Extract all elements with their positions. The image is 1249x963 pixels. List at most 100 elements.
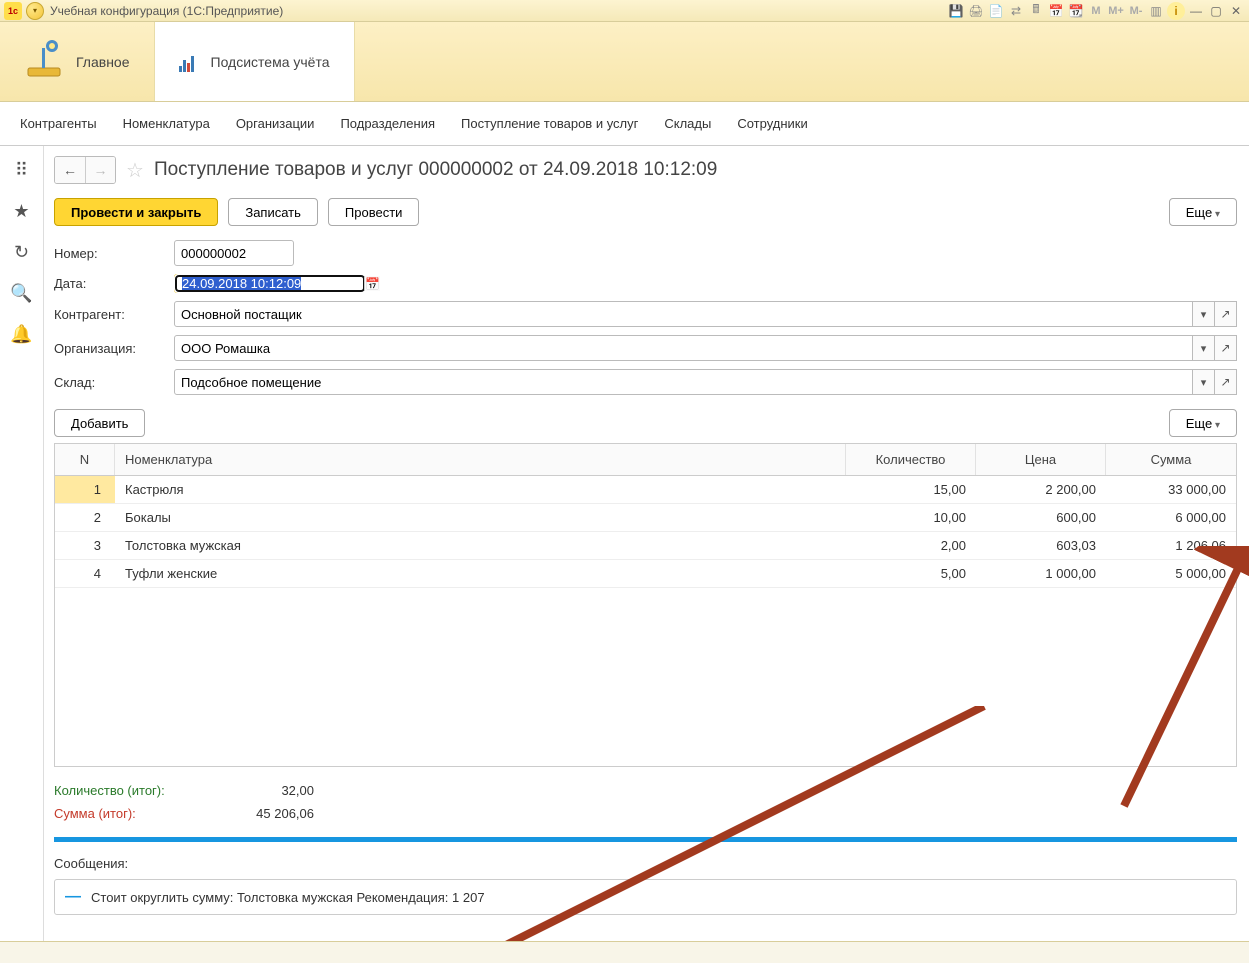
dropdown-icon[interactable]: ▾ xyxy=(1193,301,1215,327)
calendar-picker-icon[interactable]: 📅 xyxy=(364,276,380,291)
section-accounting[interactable]: Подсистема учёта xyxy=(155,22,355,101)
dropdown-icon[interactable]: ▾ xyxy=(1193,335,1215,361)
minimize-icon[interactable]: — xyxy=(1187,2,1205,20)
nav-forward-button[interactable]: → xyxy=(85,157,115,183)
close-icon[interactable]: ✕ xyxy=(1227,2,1245,20)
col-price[interactable]: Цена xyxy=(976,444,1106,475)
m-icon[interactable]: M xyxy=(1087,2,1105,20)
post-button[interactable]: Провести xyxy=(328,198,420,226)
cell-price: 1 000,00 xyxy=(976,560,1106,587)
number-label: Номер: xyxy=(54,246,174,261)
org-input[interactable] xyxy=(174,335,1193,361)
panels-icon[interactable]: ▥ xyxy=(1147,2,1165,20)
statusbar xyxy=(0,941,1249,963)
subnav-item[interactable]: Поступление товаров и услуг xyxy=(461,116,638,131)
message-dash-icon: — xyxy=(65,888,81,906)
cell-item: Толстовка мужская xyxy=(115,532,846,559)
left-rail: ⠿ ★ ↻ 🔍 🔔 xyxy=(0,146,44,941)
cell-qty: 15,00 xyxy=(846,476,976,503)
logo-1c-icon: 1c xyxy=(4,2,22,20)
table-row[interactable]: 1Кастрюля15,002 200,0033 000,00 xyxy=(55,476,1236,504)
open-ref-icon[interactable]: ↗ xyxy=(1215,301,1237,327)
col-sum[interactable]: Сумма xyxy=(1106,444,1236,475)
number-input[interactable] xyxy=(174,240,294,266)
post-and-close-button[interactable]: Провести и закрыть xyxy=(54,198,218,226)
print-icon[interactable]: 🖨 xyxy=(967,2,985,20)
cell-qty: 2,00 xyxy=(846,532,976,559)
cell-sum: 1 206,06 xyxy=(1106,532,1236,559)
cell-sum: 6 000,00 xyxy=(1106,504,1236,531)
warehouse-label: Склад: xyxy=(54,375,174,390)
open-ref-icon[interactable]: ↗ xyxy=(1215,335,1237,361)
message-item[interactable]: — Стоит округлить сумму: Толстовка мужск… xyxy=(54,879,1237,915)
separator-bar xyxy=(54,837,1237,842)
star-icon[interactable]: ★ xyxy=(13,201,29,222)
messages-header: Сообщения: xyxy=(54,852,1237,875)
cell-item: Бокалы xyxy=(115,504,846,531)
warehouse-input[interactable] xyxy=(174,369,1193,395)
search-icon[interactable]: 🔍 xyxy=(10,283,32,304)
cell-item: Туфли женские xyxy=(115,560,846,587)
col-item[interactable]: Номенклатура xyxy=(115,444,846,475)
page-title: Поступление товаров и услуг 000000002 от… xyxy=(154,159,717,181)
table-more-button[interactable]: Еще xyxy=(1169,409,1237,437)
table-row[interactable]: 4Туфли женские5,001 000,005 000,00 xyxy=(55,560,1236,588)
section-tabs: Главное Подсистема учёта xyxy=(0,22,1249,102)
doc-icon[interactable]: 📄 xyxy=(987,2,1005,20)
more-button[interactable]: Еще xyxy=(1169,198,1237,226)
m-minus-icon[interactable]: M- xyxy=(1127,2,1145,20)
cell-n: 4 xyxy=(55,560,115,587)
info-icon[interactable]: i xyxy=(1167,2,1185,20)
m-plus-icon[interactable]: M+ xyxy=(1107,2,1125,20)
history-icon[interactable]: ↻ xyxy=(14,242,29,263)
subnav-item[interactable]: Склады xyxy=(664,116,711,131)
desk-lamp-icon xyxy=(24,38,64,86)
cell-price: 600,00 xyxy=(976,504,1106,531)
bell-icon[interactable]: 🔔 xyxy=(10,324,32,345)
cell-item: Кастрюля xyxy=(115,476,846,503)
save-icon[interactable]: 💾 xyxy=(947,2,965,20)
cell-sum: 5 000,00 xyxy=(1106,560,1236,587)
message-text: Стоит округлить сумму: Толстовка мужская… xyxy=(91,890,485,905)
dropdown-circle-icon[interactable]: ▾ xyxy=(26,2,44,20)
favorite-star-icon[interactable]: ☆ xyxy=(126,158,144,183)
subnav-item[interactable]: Контрагенты xyxy=(20,116,97,131)
cell-n: 3 xyxy=(55,532,115,559)
compare-icon[interactable]: ⇄ xyxy=(1007,2,1025,20)
cell-qty: 10,00 xyxy=(846,504,976,531)
subnav-item[interactable]: Подразделения xyxy=(340,116,435,131)
totals: Количество (итог): 32,00 Сумма (итог): 4… xyxy=(54,779,1237,825)
subnav-item[interactable]: Номенклатура xyxy=(123,116,210,131)
open-ref-icon[interactable]: ↗ xyxy=(1215,369,1237,395)
table-row[interactable]: 2Бокалы10,00600,006 000,00 xyxy=(55,504,1236,532)
col-qty[interactable]: Количество xyxy=(846,444,976,475)
items-table: N Номенклатура Количество Цена Сумма 1Ка… xyxy=(54,443,1237,767)
section-main[interactable]: Главное xyxy=(0,22,155,101)
calendar-icon[interactable]: 📅 xyxy=(1047,2,1065,20)
total-qty-value: 32,00 xyxy=(244,783,314,798)
date-input[interactable] xyxy=(176,276,364,291)
apps-icon[interactable]: ⠿ xyxy=(15,160,28,181)
add-row-button[interactable]: Добавить xyxy=(54,409,145,437)
nav-back-button[interactable]: ← xyxy=(55,157,85,183)
table-row[interactable]: 3Толстовка мужская2,00603,031 206,06 xyxy=(55,532,1236,560)
col-n[interactable]: N xyxy=(55,444,115,475)
date-label: Дата: xyxy=(54,276,174,291)
date-field: 📅 xyxy=(174,274,356,293)
cell-n: 1 xyxy=(55,476,115,503)
cell-n: 2 xyxy=(55,504,115,531)
counterparty-input[interactable] xyxy=(174,301,1193,327)
subnav-item[interactable]: Сотрудники xyxy=(737,116,807,131)
maximize-icon[interactable]: ▢ xyxy=(1207,2,1225,20)
save-button[interactable]: Записать xyxy=(228,198,318,226)
total-sum-value: 45 206,06 xyxy=(244,806,314,821)
dropdown-icon[interactable]: ▾ xyxy=(1193,369,1215,395)
table-header: N Номенклатура Количество Цена Сумма xyxy=(55,444,1236,476)
subnav: Контрагенты Номенклатура Организации Под… xyxy=(0,102,1249,146)
subnav-item[interactable]: Организации xyxy=(236,116,315,131)
calc-icon[interactable]: 🖩 xyxy=(1027,2,1045,20)
window-titlebar: 1c ▾ Учебная конфигурация (1С:Предприяти… xyxy=(0,0,1249,22)
date-icon[interactable]: 📆 xyxy=(1067,2,1085,20)
titlebar-icons: 💾 🖨 📄 ⇄ 🖩 📅 📆 M M+ M- ▥ i — ▢ ✕ xyxy=(947,2,1245,20)
cell-price: 2 200,00 xyxy=(976,476,1106,503)
